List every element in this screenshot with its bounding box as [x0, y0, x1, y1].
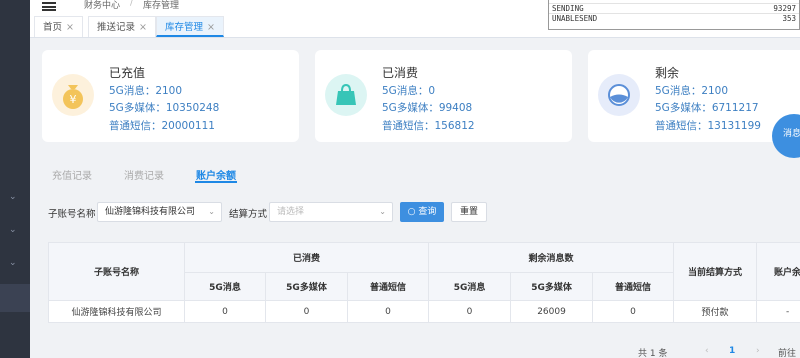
cell-account: 仙游隆锦科技有限公司 — [48, 300, 185, 323]
reset-button-label: 重置 — [459, 207, 478, 217]
col-header-remaining: 剩余消息数 — [428, 242, 675, 273]
subtab-active-indicator — [195, 181, 237, 183]
col-header-5g-multimedia: 5G多媒体 — [510, 272, 594, 301]
remaining-icon — [598, 74, 640, 116]
subtab-account-balance[interactable]: 账户余额 — [196, 167, 236, 182]
col-header-5g: 5G消息 — [184, 272, 266, 301]
console-key: SENDING — [552, 4, 584, 13]
tab-inventory[interactable]: 库存管理 × — [156, 16, 224, 37]
search-icon: ○ — [407, 207, 416, 217]
tab-home[interactable]: 首页 × — [34, 16, 83, 37]
reset-button[interactable]: 重置 — [451, 202, 487, 222]
remaining-card: 剩余 5G消息：2100 5G多媒体：6711217 普通短信：13131199 — [588, 50, 800, 142]
card-title: 已消费 — [382, 66, 419, 80]
tab-label: 库存管理 — [165, 22, 204, 33]
cell-remaining-multimedia: 26009 — [510, 300, 594, 323]
console-key: UNABLESEND — [552, 14, 598, 23]
float-button-label: 消息 — [783, 129, 800, 139]
close-icon[interactable]: × — [66, 22, 74, 33]
col-header-sms: 普通短信 — [592, 272, 675, 301]
chevron-down-icon: ⌄ — [379, 207, 386, 216]
card-line: 5G多媒体：10350248 — [109, 102, 220, 114]
sidebar-chevron-icon[interactable]: ⌄ — [9, 225, 17, 235]
account-select-value: 仙游隆锦科技有限公司 — [105, 207, 196, 217]
tab-label: 推送记录 — [97, 22, 136, 33]
card-line: 5G多媒体：99408 — [382, 102, 473, 114]
card-line: 5G消息：0 — [382, 85, 435, 97]
console-row: SENDING 93297 — [549, 3, 799, 13]
balance-table: 子账号名称 已消费 剩余消息数 当前结算方式 账户余 5G消息 5G多媒体 普通… — [48, 242, 800, 323]
close-icon[interactable]: × — [139, 22, 147, 33]
breadcrumb-item: 库存管理 — [143, 1, 180, 11]
account-select[interactable]: 仙游隆锦科技有限公司 ⌄ — [97, 202, 222, 222]
col-header-account: 子账号名称 — [48, 242, 185, 301]
card-line: 普通短信：156812 — [382, 120, 475, 132]
console-overlay: SENDING 93297 UNABLESEND 353 — [548, 0, 800, 30]
col-header-balance: 账户余 — [756, 242, 800, 301]
cell-consumed-5g: 0 — [184, 300, 266, 323]
recharged-card: ¥ 已充值 5G消息：2100 5G多媒体：10350248 普通短信：2000… — [42, 50, 299, 142]
method-select-placeholder: 请选择 — [277, 207, 305, 217]
card-title: 剩余 — [655, 66, 680, 80]
card-line: 5G消息：2100 — [109, 85, 183, 97]
pagination-goto[interactable]: 前往 — [778, 346, 796, 358]
console-value: 353 — [782, 14, 796, 23]
account-filter-label: 子账号名称 — [48, 209, 96, 220]
sidebar-chevron-icon[interactable]: ⌄ — [9, 192, 17, 202]
cell-consumed-multimedia: 0 — [265, 300, 348, 323]
sidebar-active-item[interactable] — [0, 284, 30, 312]
cell-consumed-sms: 0 — [346, 300, 430, 323]
col-header-5g: 5G消息 — [428, 272, 512, 301]
table-row: 仙游隆锦科技有限公司 0 0 0 0 26009 0 预付款 - — [48, 300, 800, 323]
card-line: 5G多媒体：6711217 — [655, 102, 759, 114]
tab-label: 首页 — [43, 22, 63, 33]
breadcrumb-item[interactable]: 财务中心 — [84, 0, 120, 11]
console-value: 93297 — [773, 4, 796, 13]
tab-push-records[interactable]: 推送记录 × — [88, 16, 156, 37]
shopping-bag-icon — [325, 74, 367, 116]
search-button-label: 查询 — [418, 207, 437, 217]
card-line: 5G消息：2100 — [655, 85, 729, 97]
card-title: 已充值 — [109, 66, 146, 80]
breadcrumb-separator: / — [130, 0, 134, 8]
col-header-consumed: 已消费 — [183, 242, 430, 273]
prev-page-icon[interactable]: ‹ — [705, 346, 709, 356]
col-header-sms: 普通短信 — [346, 272, 430, 301]
card-line: 普通短信：13131199 — [655, 120, 761, 132]
cell-remaining-5g: 0 — [428, 300, 512, 323]
cell-remaining-sms: 0 — [592, 300, 675, 323]
sidebar: ⌄ ⌄ ⌄ — [0, 0, 30, 358]
search-button[interactable]: ○ 查询 — [400, 202, 444, 222]
consumed-card: 已消费 5G消息：0 5G多媒体：99408 普通短信：156812 — [315, 50, 572, 142]
svg-text:¥: ¥ — [70, 93, 77, 106]
sidebar-chevron-icon[interactable]: ⌄ — [9, 258, 17, 268]
method-filter-label: 结算方式 — [229, 209, 268, 220]
cell-balance: - — [756, 300, 800, 323]
subtab-recharge-records[interactable]: 充值记录 — [52, 167, 92, 182]
next-page-icon[interactable]: › — [756, 346, 760, 356]
money-bag-icon: ¥ — [52, 74, 94, 116]
col-header-5g-multimedia: 5G多媒体 — [265, 272, 348, 301]
cell-method: 预付款 — [673, 300, 758, 323]
chevron-down-icon: ⌄ — [208, 207, 215, 216]
console-row: UNABLESEND 353 — [549, 13, 799, 23]
card-line: 普通短信：20000111 — [109, 120, 215, 132]
close-icon[interactable]: × — [207, 22, 215, 33]
menu-toggle-icon[interactable] — [42, 2, 56, 11]
pagination-total: 共 1 条 — [638, 349, 668, 358]
pagination-page[interactable]: 1 — [729, 346, 735, 356]
col-header-method: 当前结算方式 — [673, 242, 758, 301]
subtab-consume-records[interactable]: 消费记录 — [124, 167, 164, 182]
method-select[interactable]: 请选择 ⌄ — [269, 202, 393, 222]
